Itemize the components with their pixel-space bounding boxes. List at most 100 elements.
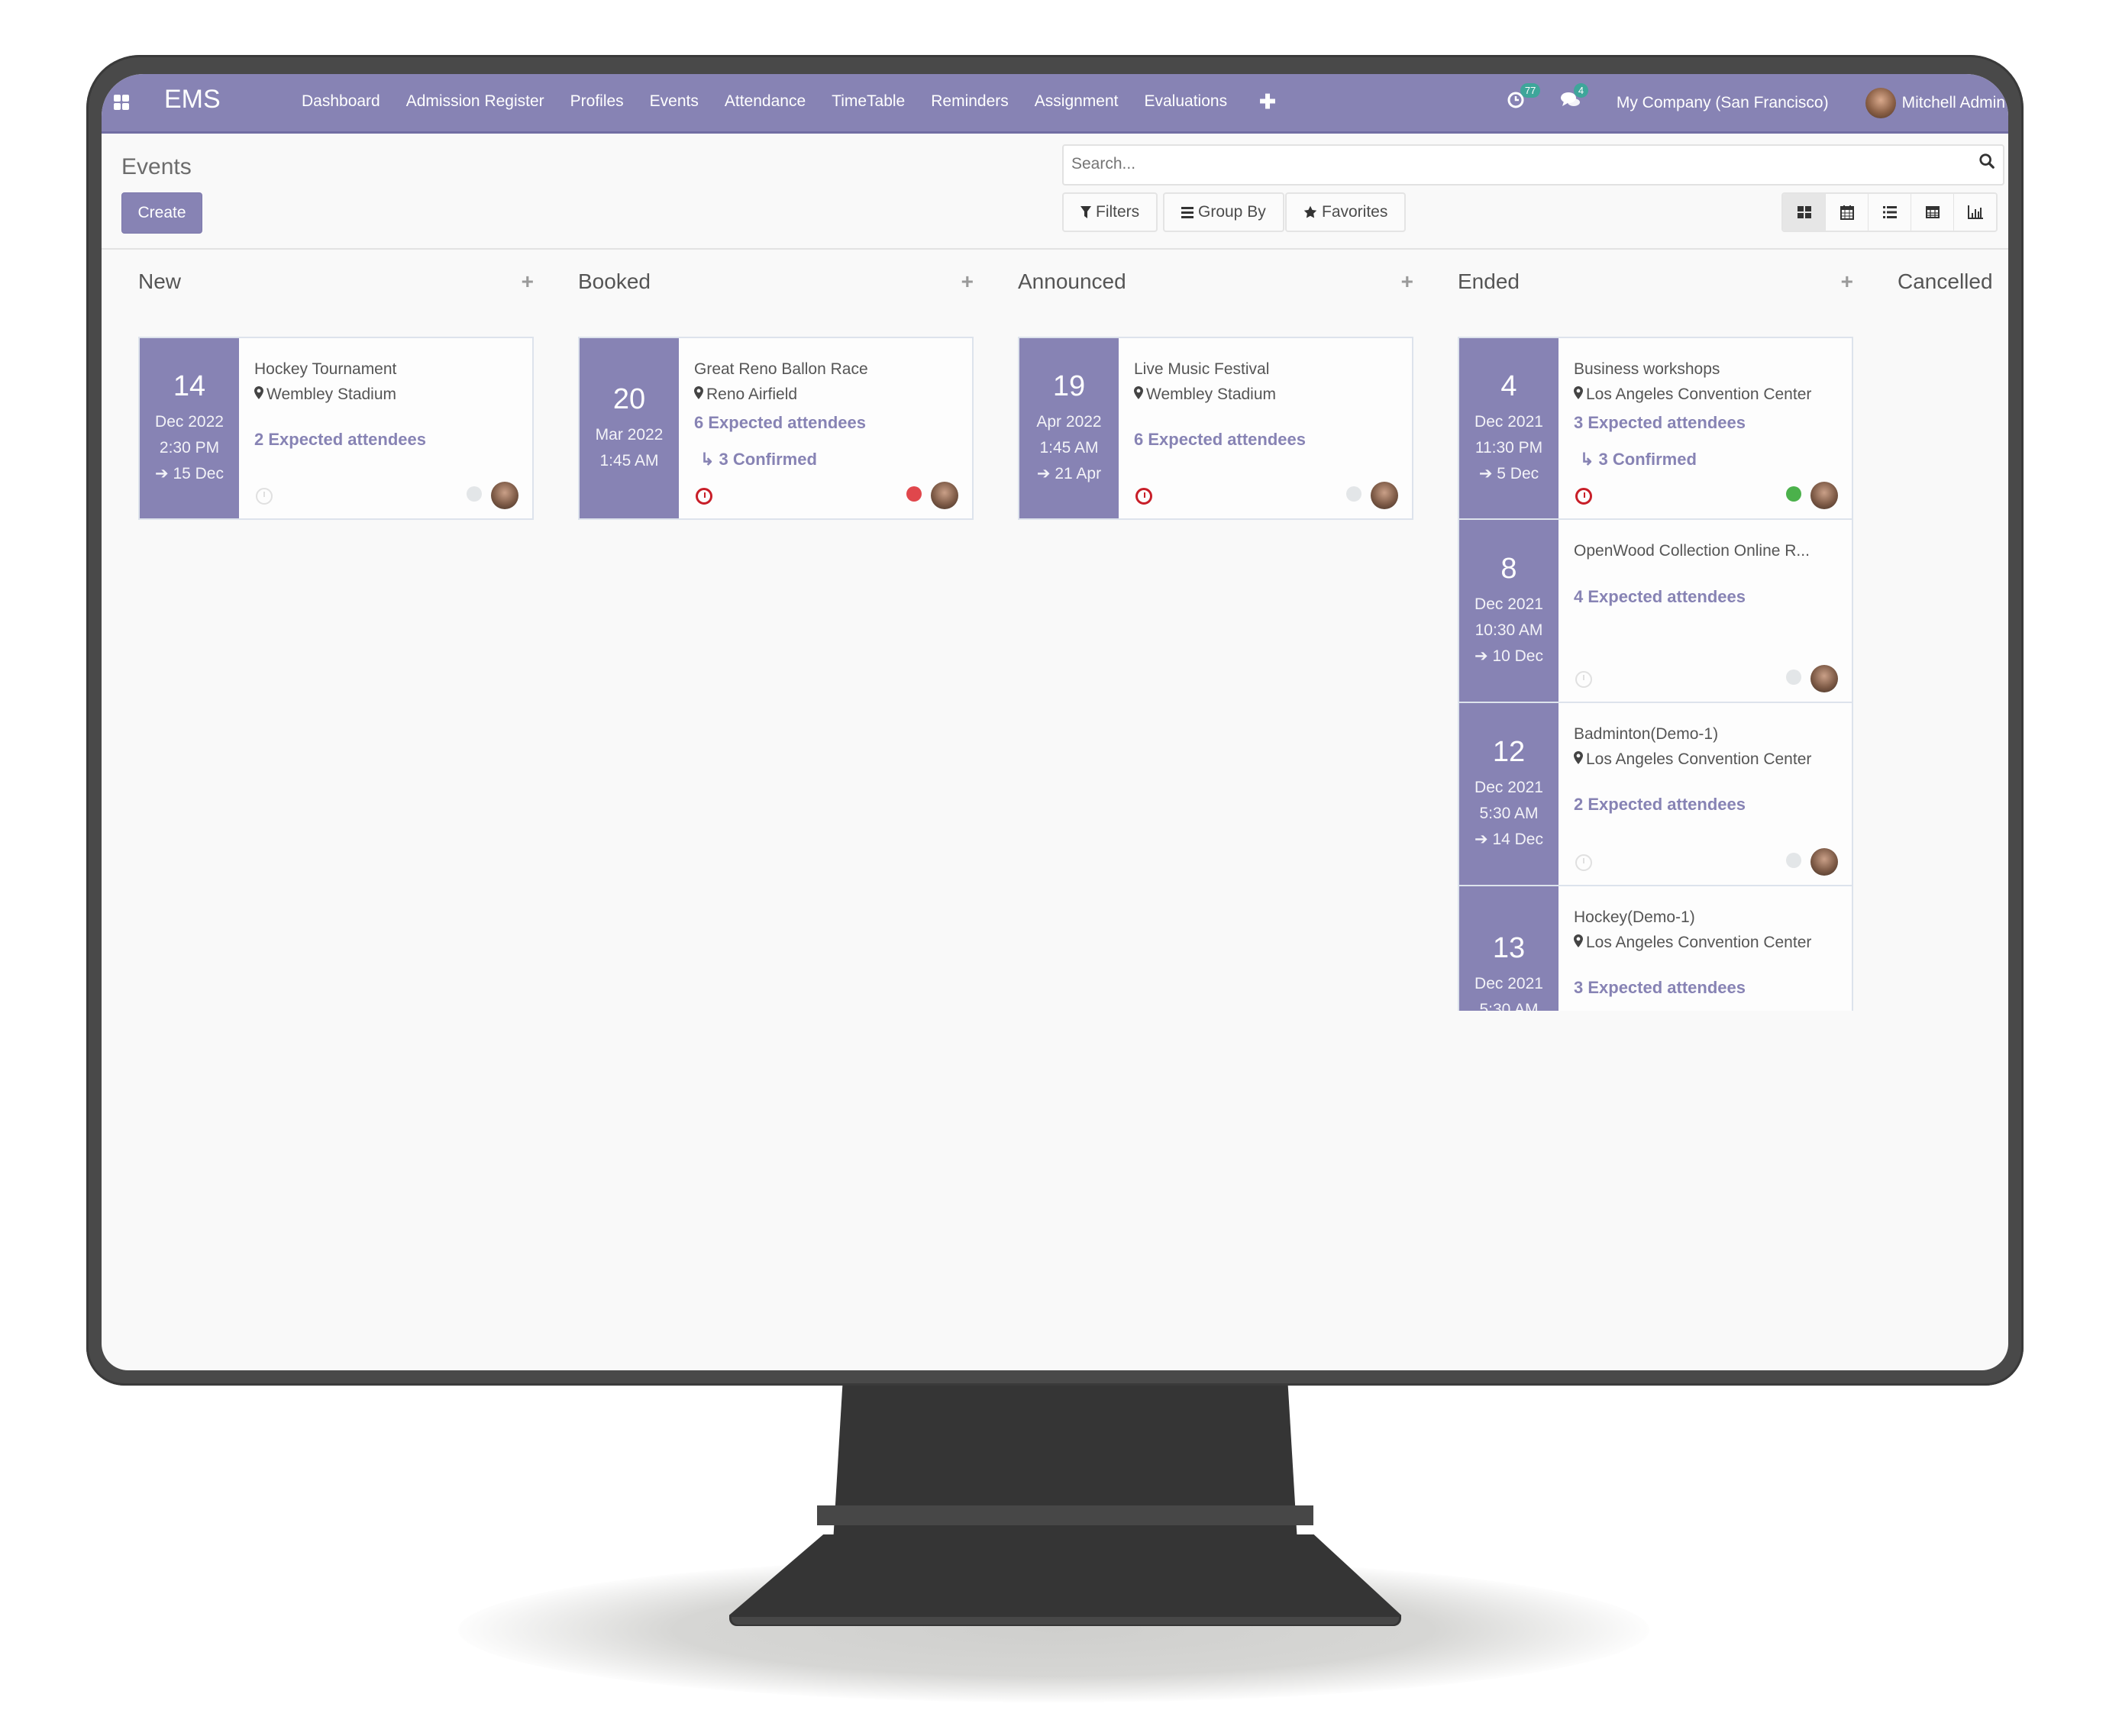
column-title[interactable]: Booked [578, 269, 651, 294]
confirmed-attendees-link[interactable]: ↳ 3 Confirmed [1574, 450, 1852, 469]
event-card[interactable]: 19 Apr 2022 1:45 AM ➔ 21 Apr Live Music Fest… [1018, 337, 1413, 520]
confirmed-attendees-link[interactable]: ↳ 3 Confirmed [694, 450, 972, 469]
create-button[interactable]: Create [121, 192, 202, 234]
kanban-state-dot[interactable] [1786, 853, 1801, 868]
column-scroll-area[interactable]: 4 Dec 2021 11:30 PM ➔ 5 Dec Business worksho… [1458, 337, 1853, 1011]
column-title[interactable]: Announced [1018, 269, 1126, 294]
event-date-block: 20 Mar 2022 1:45 AM [580, 338, 679, 518]
expected-attendees-link[interactable]: 2 Expected attendees [1574, 795, 1852, 815]
event-date-block: 4 Dec 2021 11:30 PM ➔ 5 Dec [1459, 338, 1559, 518]
kanban-view-button[interactable] [1783, 194, 1825, 231]
event-card-body: Business workshops Los Angeles Convention… [1559, 338, 1852, 518]
menu-item-assignment[interactable]: Assignment [1035, 92, 1119, 111]
menu-more-plus-icon[interactable]: ✚ [1259, 92, 1276, 111]
responsible-avatar [1810, 665, 1838, 692]
search-input[interactable] [1064, 146, 1951, 182]
responsible-avatar [1371, 482, 1398, 509]
event-location: Wembley Stadium [1134, 382, 1412, 407]
activity-clock-icon[interactable] [256, 488, 273, 505]
user-menu[interactable]: Mitchell Admin [1902, 94, 2005, 112]
menu-item-reminders[interactable]: Reminders [931, 92, 1009, 111]
event-day: 19 [1052, 369, 1086, 402]
monitor-stand-base-edge [732, 1617, 1399, 1625]
menu-item-evaluations[interactable]: Evaluations [1145, 92, 1228, 111]
column-quick-add-plus-icon[interactable]: + [522, 269, 534, 294]
expected-attendees-link[interactable]: 3 Expected attendees [1574, 413, 1852, 433]
messaging-chat-icon[interactable]: 4 [1560, 83, 1589, 115]
search-icon[interactable] [1978, 153, 1995, 169]
event-end-date: ➔ 15 Dec [155, 464, 224, 482]
column-quick-add-plus-icon[interactable]: + [1841, 269, 1853, 294]
filters-button[interactable]: Filters [1062, 192, 1158, 232]
app-brand[interactable]: EMS [164, 85, 221, 115]
menu-item-admission-register[interactable]: Admission Register [406, 92, 544, 111]
activity-clock-icon[interactable] [1575, 854, 1592, 871]
app-menu-grid-icon[interactable] [114, 95, 129, 110]
kanban-state-dot[interactable] [906, 486, 922, 502]
column-quick-add-plus-icon[interactable]: + [961, 269, 974, 294]
map-marker-icon [254, 382, 263, 407]
event-card[interactable]: 4 Dec 2021 11:30 PM ➔ 5 Dec Business worksho… [1458, 337, 1853, 520]
kanban-grid-icon [1797, 206, 1811, 218]
calendar-view-button[interactable] [1825, 194, 1868, 231]
bar-chart-icon [1967, 205, 1983, 219]
activity-clock-icon[interactable] [1575, 488, 1592, 505]
event-card[interactable]: 14 Dec 2022 2:30 PM ➔ 15 Dec Hockey Tourname… [138, 337, 534, 520]
activity-clock-icon[interactable] [1135, 488, 1152, 505]
favorites-button[interactable]: Favorites [1285, 192, 1407, 232]
group-by-label: Group By [1198, 203, 1266, 221]
expected-attendees-link[interactable]: 6 Expected attendees [694, 413, 972, 433]
menu-item-timetable[interactable]: TimeTable [832, 92, 905, 111]
event-time: 2:30 PM [159, 438, 220, 457]
expected-attendees-link[interactable]: 3 Expected attendees [1574, 978, 1852, 998]
event-time: 10:30 AM [1475, 621, 1543, 639]
kanban-state-dot[interactable] [1786, 486, 1801, 502]
event-card-body: Hockey(Demo-1) Los Angeles Convention Cen… [1559, 886, 1852, 1011]
column-quick-add-plus-icon[interactable]: + [1401, 269, 1413, 294]
graph-view-button[interactable] [1953, 194, 1996, 231]
kanban-state-dot[interactable] [1786, 670, 1801, 685]
arrow-right-icon: ➔ [155, 464, 173, 482]
column-header: Ended + [1458, 250, 1853, 305]
activity-badge: 77 [1520, 83, 1541, 98]
menu-item-attendance[interactable]: Attendance [725, 92, 806, 111]
expected-attendees-link[interactable]: 4 Expected attendees [1574, 587, 1852, 607]
list-view-button[interactable] [1868, 194, 1911, 231]
expected-attendees-link[interactable]: 2 Expected attendees [254, 430, 532, 450]
activity-clock-icon[interactable] [696, 488, 712, 505]
kanban-state-dot[interactable] [1346, 486, 1361, 502]
menu-item-events[interactable]: Events [650, 92, 699, 111]
event-month-year: Dec 2021 [1475, 412, 1543, 431]
user-avatar[interactable] [1865, 87, 1896, 118]
event-location: Los Angeles Convention Center [1574, 382, 1852, 407]
company-switcher[interactable]: My Company (San Francisco) [1617, 94, 1829, 112]
event-card[interactable]: 20 Mar 2022 1:45 AM Great Reno Ballon Race R… [578, 337, 974, 520]
expected-attendees-link[interactable]: 6 Expected attendees [1134, 430, 1412, 450]
activity-clock-icon[interactable] [1575, 671, 1592, 688]
column-title[interactable]: Cancelled [1898, 269, 1993, 294]
event-card[interactable]: 12 Dec 2021 5:30 AM ➔ 14 Dec Badminton(Demo-… [1458, 703, 1853, 886]
event-date-block: 13 Dec 2021 5:30 AM [1459, 886, 1559, 1011]
kanban-state-dot[interactable] [467, 486, 482, 502]
column-title[interactable]: Ended [1458, 269, 1520, 294]
event-end-date: ➔ 14 Dec [1475, 830, 1543, 848]
column-title[interactable]: New [138, 269, 181, 294]
event-month-year: Dec 2021 [1475, 778, 1543, 796]
event-card[interactable]: 8 Dec 2021 10:30 AM ➔ 10 Dec OpenWood Collec… [1458, 520, 1853, 703]
event-time: 5:30 AM [1479, 1000, 1539, 1012]
group-by-button[interactable]: Group By [1163, 192, 1284, 232]
map-marker-icon [694, 382, 703, 407]
responsible-avatar [931, 482, 958, 509]
arrow-right-icon: ➔ [1475, 647, 1493, 665]
menu-item-profiles[interactable]: Profiles [570, 92, 624, 111]
menu-item-dashboard[interactable]: Dashboard [302, 92, 380, 111]
event-card[interactable]: 13 Dec 2021 5:30 AM Hockey(Demo-1) Los Angel… [1458, 886, 1853, 1011]
event-card-body: Hockey Tournament Wembley Stadium 2 Expect… [239, 338, 532, 518]
pivot-view-button[interactable] [1911, 194, 1953, 231]
column-header: Cancelled [1898, 250, 2008, 305]
event-month-year: Dec 2021 [1475, 595, 1543, 613]
event-name: Great Reno Ballon Race [694, 360, 868, 378]
star-icon [1303, 205, 1317, 218]
event-location: Los Angeles Convention Center [1574, 931, 1852, 955]
activity-clock-icon[interactable]: 77 [1507, 83, 1541, 115]
